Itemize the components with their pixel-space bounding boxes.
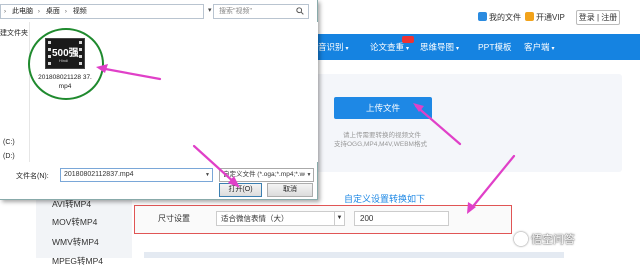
vip-link[interactable]: 开通VIP	[525, 12, 565, 23]
list-item[interactable]: MPEG转MP4	[52, 255, 103, 267]
drive-d[interactable]: (D:)	[3, 153, 15, 160]
open-button[interactable]: 打开(O)	[219, 183, 262, 197]
wukong-logo-icon	[514, 232, 528, 246]
watermark-text: 悟空问答	[531, 234, 575, 246]
my-files-label: 我的文件	[489, 13, 521, 22]
login-register-button[interactable]: 登录 | 注册	[576, 10, 620, 25]
chevron-down-icon: ▼	[334, 212, 344, 225]
vip-label: 开通VIP	[536, 13, 565, 22]
size-label: 尺寸设置	[158, 214, 190, 223]
file-type-filter[interactable]: 自定义文件 (*.oga;*.mp4;*.we ▼	[219, 168, 314, 182]
nav-item-client[interactable]: 客户端 ▾	[524, 41, 555, 53]
chevron-right-icon: ›	[64, 9, 67, 15]
chevron-down-icon: ▾	[551, 46, 555, 52]
nav-label: 音识别	[318, 42, 344, 52]
nav-item-speech[interactable]: 音识别 ▾	[318, 41, 349, 53]
filename-input[interactable]: 20180802112837.mp4 ▼	[60, 168, 213, 182]
crown-icon	[525, 12, 534, 21]
watermark: 悟空问答	[514, 231, 575, 247]
chevron-down-icon: ▾	[456, 46, 460, 52]
filename-value: 20180802112837.mp4	[64, 171, 134, 178]
chevron-right-icon: ›	[4, 9, 6, 15]
chevron-down-icon[interactable]: ▼	[305, 169, 313, 181]
breadcrumb-this-pc[interactable]: 此电脑	[12, 5, 33, 18]
new-badge	[402, 36, 414, 43]
nav-label: 论文查重	[370, 42, 405, 52]
upload-card	[312, 74, 622, 172]
highlight-circle	[28, 28, 104, 100]
nav-label: 思维导图	[420, 42, 455, 52]
search-icon	[296, 7, 304, 15]
navigation-pane: 建文件夹 (C:) (D:)	[0, 22, 30, 162]
chevron-down-icon[interactable]: ▼	[203, 169, 212, 181]
search-input[interactable]: 搜索"视频"	[213, 4, 309, 19]
nav-item-mindmap[interactable]: 思维导图 ▾	[420, 41, 459, 53]
filter-value: 自定义文件 (*.oga;*.mp4;*.we	[223, 171, 308, 178]
list-item[interactable]: MOV转MP4	[52, 216, 97, 228]
my-files-link[interactable]: 我的文件	[478, 12, 521, 23]
cancel-button[interactable]: 取消	[267, 183, 313, 197]
size-select-value: 适合微信表情（大）	[221, 214, 289, 223]
nav-item-ppt[interactable]: PPT模板	[478, 41, 512, 53]
list-item[interactable]: WMV转MP4	[52, 236, 99, 248]
nav-label: 客户端	[524, 42, 550, 52]
address-bar[interactable]: › 此电脑 › 桌面 › 视频	[0, 4, 204, 19]
breadcrumb-desktop[interactable]: 桌面	[46, 5, 60, 18]
footer-strip	[144, 252, 564, 258]
chevron-right-icon: ›	[37, 9, 40, 15]
settings-title: 自定义设置转换如下	[344, 194, 426, 204]
folder-icon	[478, 12, 487, 21]
size-input[interactable]	[354, 211, 449, 226]
filename-label: 文件名(N):	[16, 173, 49, 180]
chevron-down-icon: ▾	[345, 46, 349, 52]
open-file-dialog: › 此电脑 › 桌面 › 视频 ▾ ↻ 搜索"视频" 建文件夹 (C:) (D:…	[0, 0, 318, 200]
new-folder-button[interactable]: 建文件夹	[0, 28, 28, 38]
upload-formats: 支持OGG,MP4,M4V,WEBM格式	[334, 141, 427, 148]
upload-file-button[interactable]: 上传文件	[334, 97, 432, 119]
drive-c[interactable]: (C:)	[3, 139, 15, 146]
nav-label: PPT模板	[478, 42, 512, 52]
chevron-down-icon: ▾	[406, 46, 410, 52]
search-placeholder: 搜索"视频"	[219, 8, 252, 15]
size-preset-select[interactable]: 适合微信表情（大） ▼	[216, 211, 345, 226]
breadcrumb-videos[interactable]: 视频	[73, 5, 87, 18]
